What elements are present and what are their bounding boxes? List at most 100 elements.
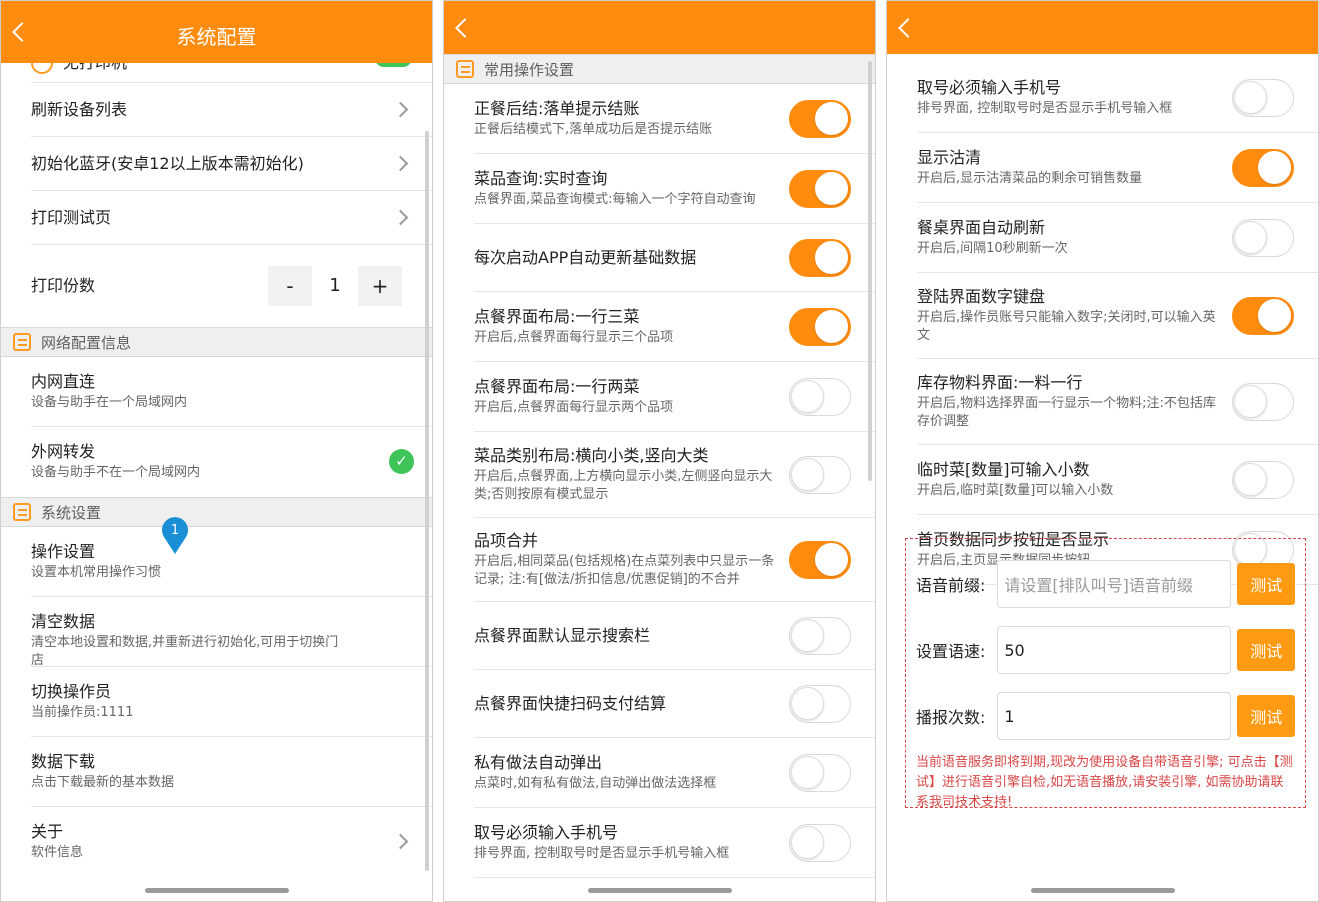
toggle-switch[interactable] <box>789 455 851 494</box>
voice-count-test-button[interactable]: 测试 <box>1237 695 1295 737</box>
operation-settings-item[interactable]: 操作设置 设置本机常用操作习惯 <box>31 527 432 597</box>
section-network-config-label: 网络配置信息 <box>41 333 132 352</box>
print-copies-stepper: - 1 + <box>268 266 402 306</box>
print-copies-value[interactable]: 1 <box>312 266 358 306</box>
back-arrow-icon[interactable] <box>898 17 918 38</box>
toggle-switch[interactable] <box>789 99 851 138</box>
refresh-device-list-item[interactable]: 刷新设备列表 <box>31 83 432 137</box>
voice-prefix-input[interactable]: 请设置[排队叫号]语音前缀 <box>997 560 1232 608</box>
toggle-switch[interactable] <box>1232 218 1294 257</box>
settings-list[interactable]: 无打印机 OK 刷新设备列表 初始化蓝牙(安卓12以上版本需初始化) 打印测试页… <box>1 63 432 881</box>
about-title: 关于 <box>31 822 64 841</box>
system-config-screen: 系统配置 无打印机 OK 刷新设备列表 初始化蓝牙(安卓12以上版本需初始化) … <box>0 0 433 902</box>
setting-toggle-row[interactable]: 临时菜[数量]可输入小数 开启后,临时菜[数量]可以输入小数 <box>917 445 1318 515</box>
extranet-forward-item[interactable]: 外网转发 设备与助手不在一个局域网内 ✓ <box>31 427 432 497</box>
setting-toggle-row[interactable]: 餐桌界面自动刷新 开启后,间隔10秒刷新一次 <box>917 203 1318 273</box>
chevron-right-icon <box>392 155 409 171</box>
toggle-knob <box>1234 384 1267 418</box>
setting-toggle-row[interactable]: 点餐界面默认显示搜索栏 <box>474 602 875 670</box>
toggle-switch[interactable] <box>789 169 851 208</box>
voice-speed-input[interactable]: 50 <box>997 626 1232 674</box>
section-system-settings: 系统设置 <box>1 497 432 527</box>
intranet-direct-title: 内网直连 <box>31 372 96 391</box>
setting-toggle-row[interactable]: 点餐界面快捷扫码支付结算 <box>474 670 875 738</box>
home-indicator[interactable] <box>144 888 289 893</box>
setting-toggle-row[interactable]: 品项合并 开启后,相同菜品(包括规格)在点菜列表中只显示一条记录; 注:有[做法/… <box>474 518 875 602</box>
toggle-switch[interactable] <box>789 684 851 723</box>
voice-speed-test-button[interactable]: 测试 <box>1237 629 1295 671</box>
about-subtitle: 软件信息 <box>31 845 84 860</box>
setting-toggle-row[interactable]: 库存物料界面:一料一行 开启后,物料选择界面一行显示一个物料;注:不包括库存价调整 <box>917 359 1318 445</box>
setting-toggle-row[interactable]: 每次启动APP自动更新基础数据 <box>474 224 875 292</box>
toggle-switch[interactable] <box>789 307 851 346</box>
toggle-switch[interactable] <box>789 753 851 792</box>
setting-toggle-row[interactable]: 正餐后结:落单提示结账 正餐后结模式下,落单成功后是否提示结账 <box>474 84 875 154</box>
toggle-knob <box>791 618 824 652</box>
intranet-direct-item[interactable]: 内网直连 设备与助手在一个局域网内 <box>31 357 432 427</box>
switch-operator-item[interactable]: 切换操作员 当前操作员:1111 <box>31 667 432 737</box>
setting-title: 登陆界面数字键盘 <box>917 286 1046 306</box>
data-download-title: 数据下载 <box>31 752 96 771</box>
toggle-switch[interactable] <box>1232 296 1294 335</box>
data-download-subtitle: 点击下载最新的基本数据 <box>31 775 175 790</box>
scrollbar[interactable] <box>868 61 872 481</box>
init-bluetooth-item[interactable]: 初始化蓝牙(安卓12以上版本需初始化) <box>31 137 432 191</box>
clipboard-list-icon <box>13 503 31 521</box>
toggle-knob <box>791 379 824 413</box>
voice-count-label: 播报次数: <box>916 708 986 727</box>
data-download-item[interactable]: 数据下载 点击下载最新的基本数据 <box>31 737 432 807</box>
setting-toggle-row[interactable]: 私有做法自动弹出 点菜时,如有私有做法,自动弹出做法选择框 <box>474 738 875 808</box>
voice-prefix-row: 语音前缀: 请设置[排队叫号]语音前缀 测试 <box>916 551 1295 617</box>
scrollbar[interactable] <box>425 131 429 871</box>
chevron-right-icon <box>392 209 409 225</box>
operation-settings-list[interactable]: 常用操作设置 正餐后结:落单提示结账 正餐后结模式下,落单成功后是否提示结账 菜品查… <box>444 54 875 881</box>
toggle-switch[interactable] <box>1232 460 1294 499</box>
list-item-printer-partial[interactable]: 无打印机 OK <box>31 63 432 83</box>
toggle-knob <box>1234 220 1267 254</box>
setting-toggle-row[interactable]: 菜品查询:实时查询 点餐界面,菜品查询模式:每输入一个字符自动查询 <box>474 154 875 224</box>
toggle-switch[interactable] <box>789 540 851 579</box>
setting-toggle-row[interactable]: 显示沽清 开启后,显示沽清菜品的剩余可销售数量 <box>917 133 1318 203</box>
toggle-knob <box>791 686 824 720</box>
setting-toggle-row[interactable]: 登陆界面数字键盘 开启后,操作员账号只能输入数字;关闭时,可以输入英文 <box>917 273 1318 359</box>
setting-toggle-row[interactable]: 取号必须输入手机号 排号界面, 控制取号时是否显示手机号输入框 <box>917 63 1318 133</box>
home-indicator[interactable] <box>1030 888 1175 893</box>
setting-toggle-row[interactable]: 点餐界面布局:一行两菜 开启后,点餐界面每行显示两个品项 <box>474 362 875 432</box>
chevron-right-icon <box>392 101 409 117</box>
toggle-switch[interactable] <box>1232 382 1294 421</box>
voice-prefix-test-button[interactable]: 测试 <box>1237 563 1295 605</box>
voice-service-notice: 当前语音服务即将到期,现改为使用设备自带语音引擎; 可点击【测试】进行语音引擎自… <box>916 755 1293 810</box>
about-item[interactable]: 关于 软件信息 <box>31 807 432 877</box>
common-operation-settings-screen: 常用操作设置 正餐后结:落单提示结账 正餐后结模式下,落单成功后是否提示结账 菜品查… <box>443 0 876 902</box>
toggle-knob <box>815 171 848 205</box>
toggle-switch[interactable] <box>789 823 851 862</box>
toggle-knob <box>815 101 848 135</box>
refresh-device-list-label: 刷新设备列表 <box>31 99 128 119</box>
setting-toggle-row[interactable]: 点餐界面布局:一行三菜 开启后,点餐界面每行显示三个品项 <box>474 292 875 362</box>
toggle-switch[interactable] <box>1232 78 1294 117</box>
decrement-button[interactable]: - <box>268 266 312 306</box>
voice-prefix-label: 语音前缀: <box>916 576 986 595</box>
increment-button[interactable]: + <box>358 266 402 306</box>
toggle-switch[interactable] <box>789 616 851 655</box>
toggle-knob <box>1234 80 1267 114</box>
home-indicator[interactable] <box>587 888 732 893</box>
toggle-switch[interactable] <box>789 377 851 416</box>
extranet-forward-subtitle: 设备与助手不在一个局域网内 <box>31 465 201 480</box>
switch-operator-subtitle: 当前操作员:1111 <box>31 705 134 720</box>
setting-toggle-row[interactable]: 菜品类别布局:横向小类,竖向大类 开启后,点餐界面,上方横向显示小类,左侧竖向显示… <box>474 432 875 518</box>
back-arrow-icon[interactable] <box>455 17 475 38</box>
print-test-page-item[interactable]: 打印测试页 <box>31 191 432 245</box>
print-test-page-label: 打印测试页 <box>31 207 112 227</box>
clear-data-subtitle: 清空本地设置和数据,并重新进行初始化,可用于切换门店 <box>31 635 339 668</box>
toggle-switch[interactable] <box>789 238 851 277</box>
intranet-direct-subtitle: 设备与助手在一个局域网内 <box>31 395 188 410</box>
app-header: 系统配置 <box>1 1 432 63</box>
setting-title: 菜品类别布局:横向小类,竖向大类 <box>474 445 709 465</box>
toggle-switch[interactable] <box>1232 148 1294 187</box>
toggle-knob <box>791 457 824 491</box>
setting-toggle-row[interactable]: 取号必须输入手机号 排号界面, 控制取号时是否显示手机号输入框 <box>474 808 875 878</box>
section-network-config: 网络配置信息 <box>1 327 432 357</box>
clear-data-item[interactable]: 清空数据 清空本地设置和数据,并重新进行初始化,可用于切换门店 <box>31 597 432 668</box>
voice-count-input[interactable]: 1 <box>997 692 1232 740</box>
